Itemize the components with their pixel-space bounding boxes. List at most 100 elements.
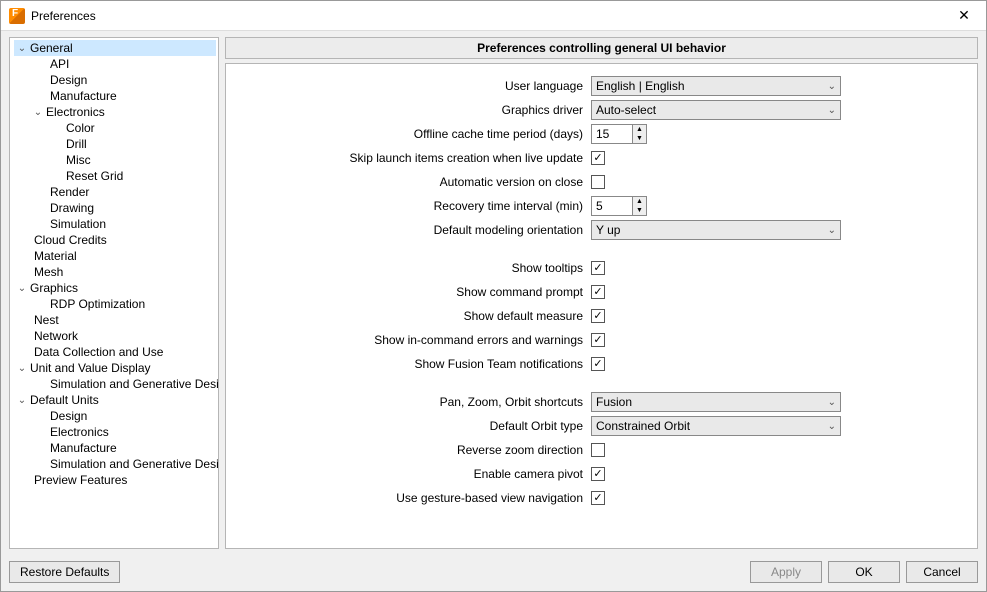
skip-launch-checkbox[interactable]: [591, 151, 605, 165]
tree-manufacture[interactable]: Manufacture: [46, 88, 216, 104]
tree-design[interactable]: Design: [46, 72, 216, 88]
tree-data-collection[interactable]: Data Collection and Use: [30, 344, 216, 360]
fusion-team-checkbox[interactable]: [591, 357, 605, 371]
row-show-measure: Show default measure: [236, 304, 957, 328]
pan-zoom-combo[interactable]: Fusion⌄: [591, 392, 841, 412]
spin-down-icon[interactable]: ▼: [633, 134, 646, 143]
expand-icon[interactable]: ⌄: [16, 395, 28, 406]
tree-simulation[interactable]: Simulation: [46, 216, 216, 232]
preferences-window: Preferences ✕ ⌄General API Design Manufa…: [0, 0, 987, 592]
apply-button[interactable]: Apply: [750, 561, 822, 583]
default-modeling-combo[interactable]: Y up⌄: [591, 220, 841, 240]
spin-up-icon[interactable]: ▲: [633, 125, 646, 134]
label-fusion-team: Show Fusion Team notifications: [236, 357, 591, 371]
tree-default-units[interactable]: ⌄Default Units: [14, 392, 216, 408]
row-fusion-team: Show Fusion Team notifications: [236, 352, 957, 376]
recovery-interval-spinner[interactable]: ▲▼: [591, 196, 647, 216]
tree-graphics[interactable]: ⌄Graphics: [14, 280, 216, 296]
expand-icon[interactable]: ⌄: [16, 43, 28, 54]
window-title: Preferences: [31, 9, 942, 23]
graphics-driver-combo[interactable]: Auto-select⌄: [591, 100, 841, 120]
row-camera-pivot: Enable camera pivot: [236, 462, 957, 486]
label-skip-launch: Skip launch items creation when live upd…: [236, 151, 591, 165]
tree-du-design[interactable]: Design: [46, 408, 216, 424]
tree-cloud-credits[interactable]: Cloud Credits: [30, 232, 216, 248]
tree-general[interactable]: ⌄General: [14, 40, 216, 56]
close-button[interactable]: ✕: [942, 1, 986, 31]
row-skip-launch: Skip launch items creation when live upd…: [236, 146, 957, 170]
tree-material[interactable]: Material: [30, 248, 216, 264]
restore-defaults-button[interactable]: Restore Defaults: [9, 561, 120, 583]
spin-up-icon[interactable]: ▲: [633, 197, 646, 206]
label-orbit-type: Default Orbit type: [236, 419, 591, 433]
row-reverse-zoom: Reverse zoom direction: [236, 438, 957, 462]
row-user-language: User language English | English⌄: [236, 74, 957, 98]
label-show-errors: Show in-command errors and warnings: [236, 333, 591, 347]
label-gesture-nav: Use gesture-based view navigation: [236, 491, 591, 505]
tree-drill[interactable]: Drill: [62, 136, 216, 152]
expand-icon[interactable]: ⌄: [16, 283, 28, 294]
chevron-down-icon: ⌄: [828, 105, 836, 116]
titlebar: Preferences ✕: [1, 1, 986, 31]
gesture-nav-checkbox[interactable]: [591, 491, 605, 505]
row-orbit-type: Default Orbit type Constrained Orbit⌄: [236, 414, 957, 438]
camera-pivot-checkbox[interactable]: [591, 467, 605, 481]
offline-cache-spinner[interactable]: ▲▼: [591, 124, 647, 144]
label-show-prompt: Show command prompt: [236, 285, 591, 299]
label-recovery-interval: Recovery time interval (min): [236, 199, 591, 213]
tree-unit-value[interactable]: ⌄Unit and Value Display: [14, 360, 216, 376]
tree-misc[interactable]: Misc: [62, 152, 216, 168]
tree-api[interactable]: API: [46, 56, 216, 72]
row-default-modeling: Default modeling orientation Y up⌄: [236, 218, 957, 242]
tree-du-simgen[interactable]: Simulation and Generative Design: [46, 456, 216, 472]
reverse-zoom-checkbox[interactable]: [591, 443, 605, 457]
tree-nest[interactable]: Nest: [30, 312, 216, 328]
footer: Restore Defaults Apply OK Cancel: [1, 555, 986, 591]
tree-render[interactable]: Render: [46, 184, 216, 200]
tree-reset-grid[interactable]: Reset Grid: [62, 168, 216, 184]
expand-icon[interactable]: ⌄: [16, 363, 28, 374]
label-auto-version: Automatic version on close: [236, 175, 591, 189]
offline-cache-input[interactable]: [592, 127, 632, 141]
row-show-prompt: Show command prompt: [236, 280, 957, 304]
tree-rdp[interactable]: RDP Optimization: [46, 296, 216, 312]
tree-preview-features[interactable]: Preview Features: [30, 472, 216, 488]
row-show-errors: Show in-command errors and warnings: [236, 328, 957, 352]
tree-du-electronics[interactable]: Electronics: [46, 424, 216, 440]
tree-drawing[interactable]: Drawing: [46, 200, 216, 216]
chevron-down-icon: ⌄: [828, 81, 836, 92]
show-measure-checkbox[interactable]: [591, 309, 605, 323]
label-graphics-driver: Graphics driver: [236, 103, 591, 117]
label-default-modeling: Default modeling orientation: [236, 223, 591, 237]
label-pan-zoom: Pan, Zoom, Orbit shortcuts: [236, 395, 591, 409]
user-language-combo[interactable]: English | English⌄: [591, 76, 841, 96]
nav-tree[interactable]: ⌄General API Design Manufacture ⌄Electro…: [9, 37, 219, 549]
label-show-tooltips: Show tooltips: [236, 261, 591, 275]
tree-electronics[interactable]: ⌄Electronics: [30, 104, 216, 120]
ok-button[interactable]: OK: [828, 561, 900, 583]
cancel-button[interactable]: Cancel: [906, 561, 978, 583]
tree-mesh[interactable]: Mesh: [30, 264, 216, 280]
orbit-type-combo[interactable]: Constrained Orbit⌄: [591, 416, 841, 436]
form-panel: User language English | English⌄ Graphic…: [225, 63, 978, 549]
section-header: Preferences controlling general UI behav…: [225, 37, 978, 59]
tree-du-manufacture[interactable]: Manufacture: [46, 440, 216, 456]
recovery-interval-input[interactable]: [592, 199, 632, 213]
row-pan-zoom: Pan, Zoom, Orbit shortcuts Fusion⌄: [236, 390, 957, 414]
chevron-down-icon: ⌄: [828, 421, 836, 432]
show-tooltips-checkbox[interactable]: [591, 261, 605, 275]
chevron-down-icon: ⌄: [828, 225, 836, 236]
tree-uvd-simgen[interactable]: Simulation and Generative Design: [46, 376, 216, 392]
row-show-tooltips: Show tooltips: [236, 256, 957, 280]
tree-color[interactable]: Color: [62, 120, 216, 136]
show-errors-checkbox[interactable]: [591, 333, 605, 347]
label-offline-cache: Offline cache time period (days): [236, 127, 591, 141]
tree-network[interactable]: Network: [30, 328, 216, 344]
label-show-measure: Show default measure: [236, 309, 591, 323]
auto-version-checkbox[interactable]: [591, 175, 605, 189]
expand-icon[interactable]: ⌄: [32, 107, 44, 118]
row-offline-cache: Offline cache time period (days) ▲▼: [236, 122, 957, 146]
label-reverse-zoom: Reverse zoom direction: [236, 443, 591, 457]
spin-down-icon[interactable]: ▼: [633, 206, 646, 215]
show-prompt-checkbox[interactable]: [591, 285, 605, 299]
